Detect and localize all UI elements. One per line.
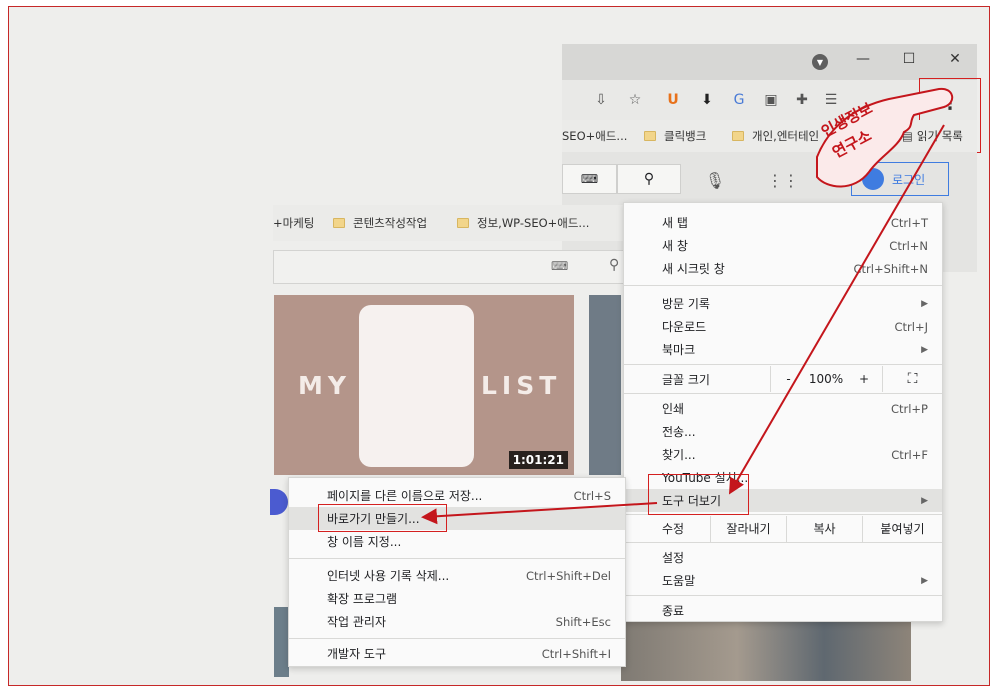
pointing-hand-icon — [816, 87, 954, 188]
arrow-to-create-shortcut — [421, 502, 658, 525]
screenshot-frame: ▼ — ☐ ✕ ⇩ ☆ U ⬇ G ▣ ✚ ☰ ⋮ SEO+애드... 클릭뱅크… — [8, 6, 990, 686]
